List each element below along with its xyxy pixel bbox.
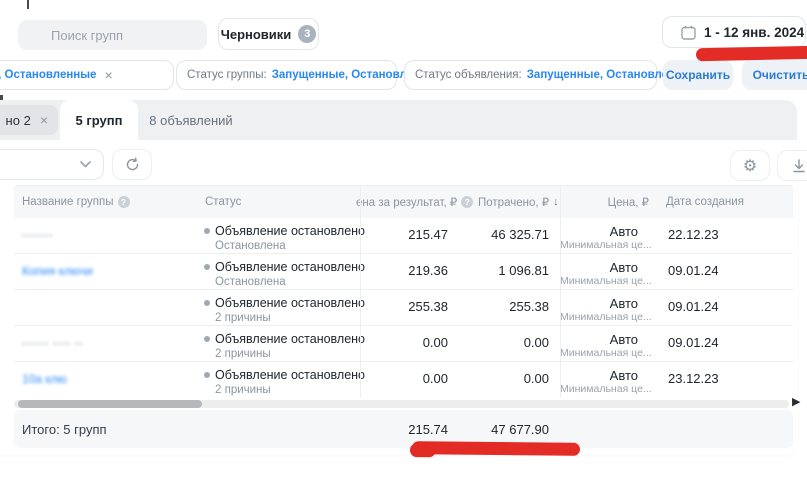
horizontal-scrollbar[interactable] <box>14 400 789 408</box>
column-header-price[interactable]: Цена, ₽ <box>552 195 655 209</box>
status-note[interactable]: 2 причины <box>204 348 360 360</box>
settings-button[interactable]: ⚙ <box>730 150 770 181</box>
filter-chip-prefix: Статус группы: <box>187 69 267 81</box>
close-icon[interactable]: × <box>101 68 112 82</box>
group-name-link[interactable]: ••••••• <box>22 231 54 242</box>
filter-chip-group-status[interactable]: Статус группы: Запущенные, Остановленные… <box>176 60 397 90</box>
column-header-cost-per-result[interactable]: ена за результат, ₽ ? <box>356 195 450 209</box>
table-row[interactable]: 10а клю Объявление остановлено 2 причины… <box>14 362 793 398</box>
status-note[interactable]: Остановлена <box>204 276 360 288</box>
price-note: Минимальная це... <box>552 275 655 287</box>
selection-chip-label: но 2 <box>6 113 31 128</box>
column-separator <box>560 186 561 398</box>
filter-chip-statuses[interactable]: Запущенные, Остановленные × <box>0 60 174 90</box>
status-text: Объявление остановлено <box>215 296 365 310</box>
drafts-count-badge: 3 <box>298 25 316 43</box>
column-header-spent[interactable]: Потрачено, ₽ ↓ <box>450 195 552 209</box>
chevron-down-icon <box>80 161 91 168</box>
status-note[interactable]: 2 причины <box>204 312 360 324</box>
table-footer: Итого: 5 групп 215.74 47 677.90 <box>14 410 793 448</box>
cost-per-result-value: 215.47 <box>360 218 450 253</box>
status-text: Объявление остановлено <box>215 368 365 382</box>
group-name-link[interactable]: 10а клю <box>22 372 67 386</box>
red-marker-annotation-totals <box>412 441 580 456</box>
column-header-created[interactable]: Дата создания <box>655 196 793 208</box>
status-dot-icon <box>204 228 210 234</box>
actions-dropdown[interactable]: йствия <box>0 149 104 180</box>
table-header: Название группы ? Статус ена за результа… <box>14 185 793 218</box>
created-date: 23.12.23 <box>655 362 793 398</box>
cost-per-result-total: 215.74 <box>360 422 450 437</box>
column-separator <box>360 186 361 398</box>
spent-value: 0.00 <box>450 362 552 398</box>
status-note[interactable]: Остановлена <box>204 240 360 252</box>
drafts-button[interactable]: Черновики 3 <box>218 18 319 50</box>
price-note: Минимальная це... <box>552 239 655 251</box>
cost-per-result-value: 0.00 <box>360 362 450 398</box>
filter-chip-prefix: Статус объявления: <box>415 69 522 81</box>
filter-chip-value: Запущенные, Остановленные <box>0 69 96 81</box>
status-text: Объявление остановлено <box>215 332 365 346</box>
gear-icon: ⚙ <box>743 156 757 176</box>
created-date: 22.12.23 <box>655 218 793 253</box>
export-button[interactable] <box>777 150 807 181</box>
status-dot-icon <box>204 300 210 306</box>
download-icon <box>792 159 806 173</box>
spent-value: 0.00 <box>450 326 552 361</box>
tab-ads[interactable]: 8 объявлений <box>138 100 244 140</box>
table-row[interactable]: •••••• •••• •• Объявление остановлено 2 … <box>14 326 793 362</box>
drafts-button-label: Черновики <box>221 27 292 42</box>
spent-value: 46 325.71 <box>450 218 552 253</box>
table-row[interactable]: ••••••• Объявление остановлено Остановле… <box>14 218 793 254</box>
refresh-icon <box>125 157 140 172</box>
save-filters-button[interactable]: Сохранить <box>663 60 733 90</box>
scroll-right-icon[interactable]: ▶ <box>792 395 800 408</box>
group-name-link[interactable]: •••••• •••• •• <box>22 339 84 350</box>
group-name-link[interactable]: Копия ключи <box>22 264 93 278</box>
table-row[interactable]: Копия ключи Объявление остановлено Остан… <box>14 254 793 290</box>
created-date: 09.01.24 <box>655 254 793 289</box>
cost-per-result-value: 0.00 <box>360 326 450 361</box>
clear-filters-button[interactable]: Очистить <box>742 60 807 90</box>
help-icon[interactable]: ? <box>118 196 130 208</box>
status-dot-icon <box>204 264 210 270</box>
close-icon[interactable]: × <box>37 113 48 127</box>
calendar-icon <box>681 25 696 40</box>
table-body: ••••••• Объявление остановлено Остановле… <box>14 218 793 398</box>
date-range-label: 1 - 12 янв. 2024 <box>704 25 804 40</box>
created-date: 09.01.24 <box>655 290 793 325</box>
crop-artifact-top <box>27 0 29 9</box>
search-input[interactable]: Поиск групп <box>18 20 207 50</box>
price-value: Авто <box>552 224 655 239</box>
status-dot-icon <box>204 372 210 378</box>
price-value: Авто <box>552 260 655 275</box>
refresh-button[interactable] <box>112 149 152 180</box>
status-note[interactable]: 2 причины <box>204 384 360 396</box>
status-dot-icon <box>204 336 210 342</box>
column-header-status[interactable]: Статус <box>200 196 360 208</box>
spent-value: 255.38 <box>450 290 552 325</box>
status-text: Объявление остановлено <box>215 224 365 238</box>
spent-total: 47 677.90 <box>450 422 552 437</box>
selection-chip[interactable]: но 2 × <box>0 105 58 135</box>
price-value: Авто <box>552 296 655 311</box>
totals-label: Итого: 5 групп <box>14 422 200 437</box>
created-date: 09.01.24 <box>655 326 793 361</box>
spent-value: 1 096.81 <box>450 254 552 289</box>
filter-chip-ad-status[interactable]: Статус объявления: Запущенные, Остановле… <box>404 60 657 90</box>
tab-groups[interactable]: 5 групп <box>60 100 138 140</box>
price-note: Минимальная це... <box>552 383 655 395</box>
price-note: Минимальная це... <box>552 347 655 359</box>
status-text: Объявление остановлено <box>215 260 365 274</box>
table-row[interactable]: Объявление остановлено 2 причины 255.38 … <box>14 290 793 326</box>
cost-per-result-value: 255.38 <box>360 290 450 325</box>
column-header-name[interactable]: Название группы ? <box>14 196 200 208</box>
scrollbar-thumb[interactable] <box>18 400 202 408</box>
cost-per-result-value: 219.36 <box>360 254 450 289</box>
price-value: Авто <box>552 332 655 347</box>
red-marker-annotation-date <box>696 46 807 62</box>
price-value: Авто <box>552 368 655 383</box>
price-note: Минимальная це... <box>552 311 655 323</box>
date-range-button[interactable]: 1 - 12 янв. 2024 <box>662 16 806 48</box>
